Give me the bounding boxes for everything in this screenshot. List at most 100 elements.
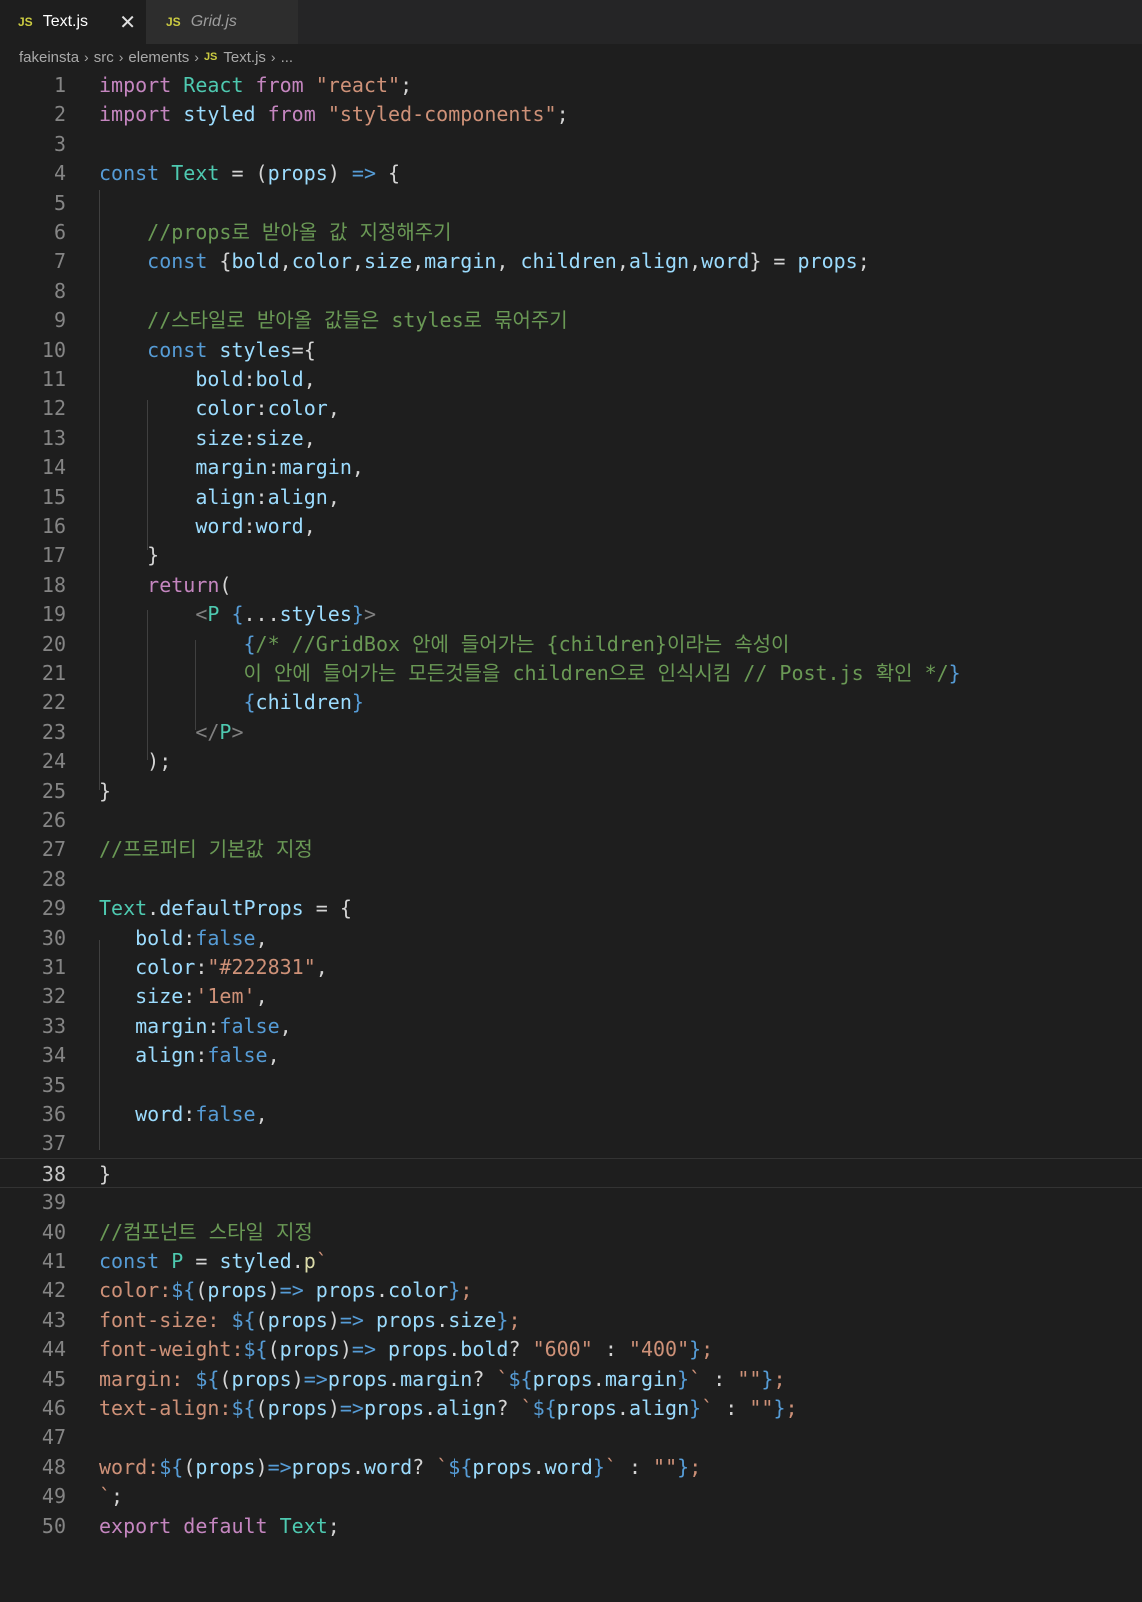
code-line[interactable]: 38} [0,1157,1142,1188]
code-line[interactable]: 18 return( [0,570,1142,600]
code-token: "600" [532,1337,593,1362]
code-token: bold [195,367,244,391]
code-token: children [520,249,617,274]
code-token: , [412,249,425,274]
code-line[interactable]: 9 //스타일로 받아올 값들은 styles로 묶어주기 [0,305,1142,335]
code-line[interactable]: 35 [0,1070,1142,1100]
code-token: , [255,1102,268,1126]
code-text: Text.defaultProps = { [99,893,352,923]
code-line[interactable]: 28 [0,864,1142,894]
code-line[interactable]: 4 const Text = (props) => { [0,158,1142,188]
code-line[interactable]: 30 bold:false, [0,923,1142,953]
code-line[interactable]: 6 //props로 받아올 값 지정해주기 [0,217,1142,247]
code-token: . [448,1337,461,1362]
code-line[interactable]: 32 size:'1em', [0,981,1142,1011]
code-token: color: [99,1278,172,1303]
code-line[interactable]: 26 [0,805,1142,835]
code-line[interactable]: 34 align:false, [0,1040,1142,1070]
code-token: : [592,1337,629,1362]
code-token: = ( [231,161,268,186]
breadcrumb-item-fakeinsta[interactable]: fakeinsta [19,49,79,66]
code-text: color:color, [99,393,340,423]
code-line[interactable]: 21 이 안에 들어가는 모든것들을 children으로 인식시킴 // Po… [0,658,1142,688]
code-line[interactable]: 33 margin:false, [0,1011,1142,1041]
code-line[interactable]: 24 ); [0,746,1142,776]
tab-text-js[interactable]: JS Text.js ✕ [0,0,146,44]
code-token: } [677,1454,690,1479]
code-line[interactable]: 50 export default Text; [0,1511,1142,1541]
code-line[interactable]: 8 [0,276,1142,306]
code-line[interactable]: 46 text-align:${(props)=>props.align? `${… [0,1393,1142,1423]
line-number: 30 [41,925,66,950]
code-line[interactable]: 19 <P {...styles}> [0,599,1142,629]
code-line[interactable]: 43 font-size: ${(props)=> props.size}; [0,1305,1142,1335]
code-line[interactable]: 14 margin:margin, [0,452,1142,482]
line-number: 28 [41,866,66,891]
code-token: . [436,1307,449,1332]
code-token: , [303,514,316,538]
code-line[interactable]: 25} [0,776,1142,806]
code-line[interactable]: 31 color:"#222831", [0,952,1142,982]
code-token: word: [99,1454,160,1479]
code-line[interactable]: 47 [0,1422,1142,1452]
code-editor[interactable]: 1 import React from "react"; 2 import style… [0,70,1142,1602]
code-token: import [99,102,184,127]
code-line[interactable]: 48 word:${(props)=>props.word? `${props.w… [0,1452,1142,1482]
code-line[interactable]: 16 word:word, [0,511,1142,541]
code-line[interactable]: 42 color:${(props)=> props.color}; [0,1275,1142,1305]
code-token: : [616,1454,654,1479]
line-number: 34 [41,1043,66,1068]
code-line[interactable]: 10 const styles={ [0,335,1142,365]
code-line[interactable]: 27 //프로퍼티 기본값 지정 [0,834,1142,864]
line-number: 47 [41,1425,66,1450]
breadcrumb-item-file[interactable]: Text.js [223,49,266,66]
code-line[interactable]: 37 [0,1128,1142,1158]
line-number: 7 [53,249,66,274]
line-number: 38 [41,1161,66,1186]
chevron-right-icon: › [270,49,276,65]
code-token: ? [508,1337,533,1362]
tab-grid-js[interactable]: JS Grid.js [146,0,298,44]
breadcrumb-item-symbols[interactable]: ... [281,49,294,66]
code-token: ? [472,1366,497,1391]
code-token: "" [653,1454,678,1479]
line-number: 39 [41,1190,66,1215]
code-line[interactable]: 45 margin: ${(props)=>props.margin? `${pr… [0,1364,1142,1394]
code-line[interactable]: 49 `; [0,1481,1142,1511]
code-token: props [327,1366,389,1391]
line-number: 8 [53,278,66,303]
code-line[interactable]: 11 bold:bold, [0,364,1142,394]
code-line[interactable]: 23 </P> [0,717,1142,747]
code-line[interactable]: 17 } [0,540,1142,570]
code-line[interactable]: 2 import styled from "styled-components"; [0,99,1142,129]
code-line[interactable]: 12 color:color, [0,393,1142,423]
code-line[interactable]: 3 [0,129,1142,159]
code-token: false [207,1043,268,1068]
code-line[interactable]: 7 const {bold,color,size,margin, childre… [0,246,1142,276]
code-line[interactable]: 36 word:false, [0,1099,1142,1129]
code-line[interactable]: 15 align:align, [0,482,1142,512]
close-icon[interactable]: ✕ [119,10,136,35]
code-line[interactable]: 29 Text.defaultProps = { [0,893,1142,923]
code-token: ; [773,1366,786,1391]
code-line[interactable]: 1 import React from "react"; [0,70,1142,100]
code-line[interactable]: 5 [0,188,1142,218]
code-line[interactable]: 39 [0,1187,1142,1217]
breadcrumb-item-src[interactable]: src [94,49,114,66]
code-token: align [436,1396,497,1420]
code-line[interactable]: 41 const P = styled.p` [0,1246,1142,1276]
code-token: //프로퍼티 기본값 지정 [99,837,313,862]
code-line[interactable]: 40 //컴포넌트 스타일 지정 [0,1217,1142,1247]
code-token: P [171,1249,196,1273]
code-line[interactable]: 44 font-weight:${(props)=> props.bold? "6… [0,1334,1142,1364]
code-token: } [351,602,364,627]
code-line[interactable]: 20 {/* //GridBox 안에 들어가는 {children}이라는 속… [0,629,1142,659]
code-token: } [99,1161,112,1186]
code-line[interactable]: 13 size:size, [0,423,1142,453]
breadcrumb-item-elements[interactable]: elements [128,49,189,66]
code-line[interactable]: 22 {children} [0,687,1142,717]
code-token: , [279,1013,292,1038]
code-token: styled [183,102,268,127]
